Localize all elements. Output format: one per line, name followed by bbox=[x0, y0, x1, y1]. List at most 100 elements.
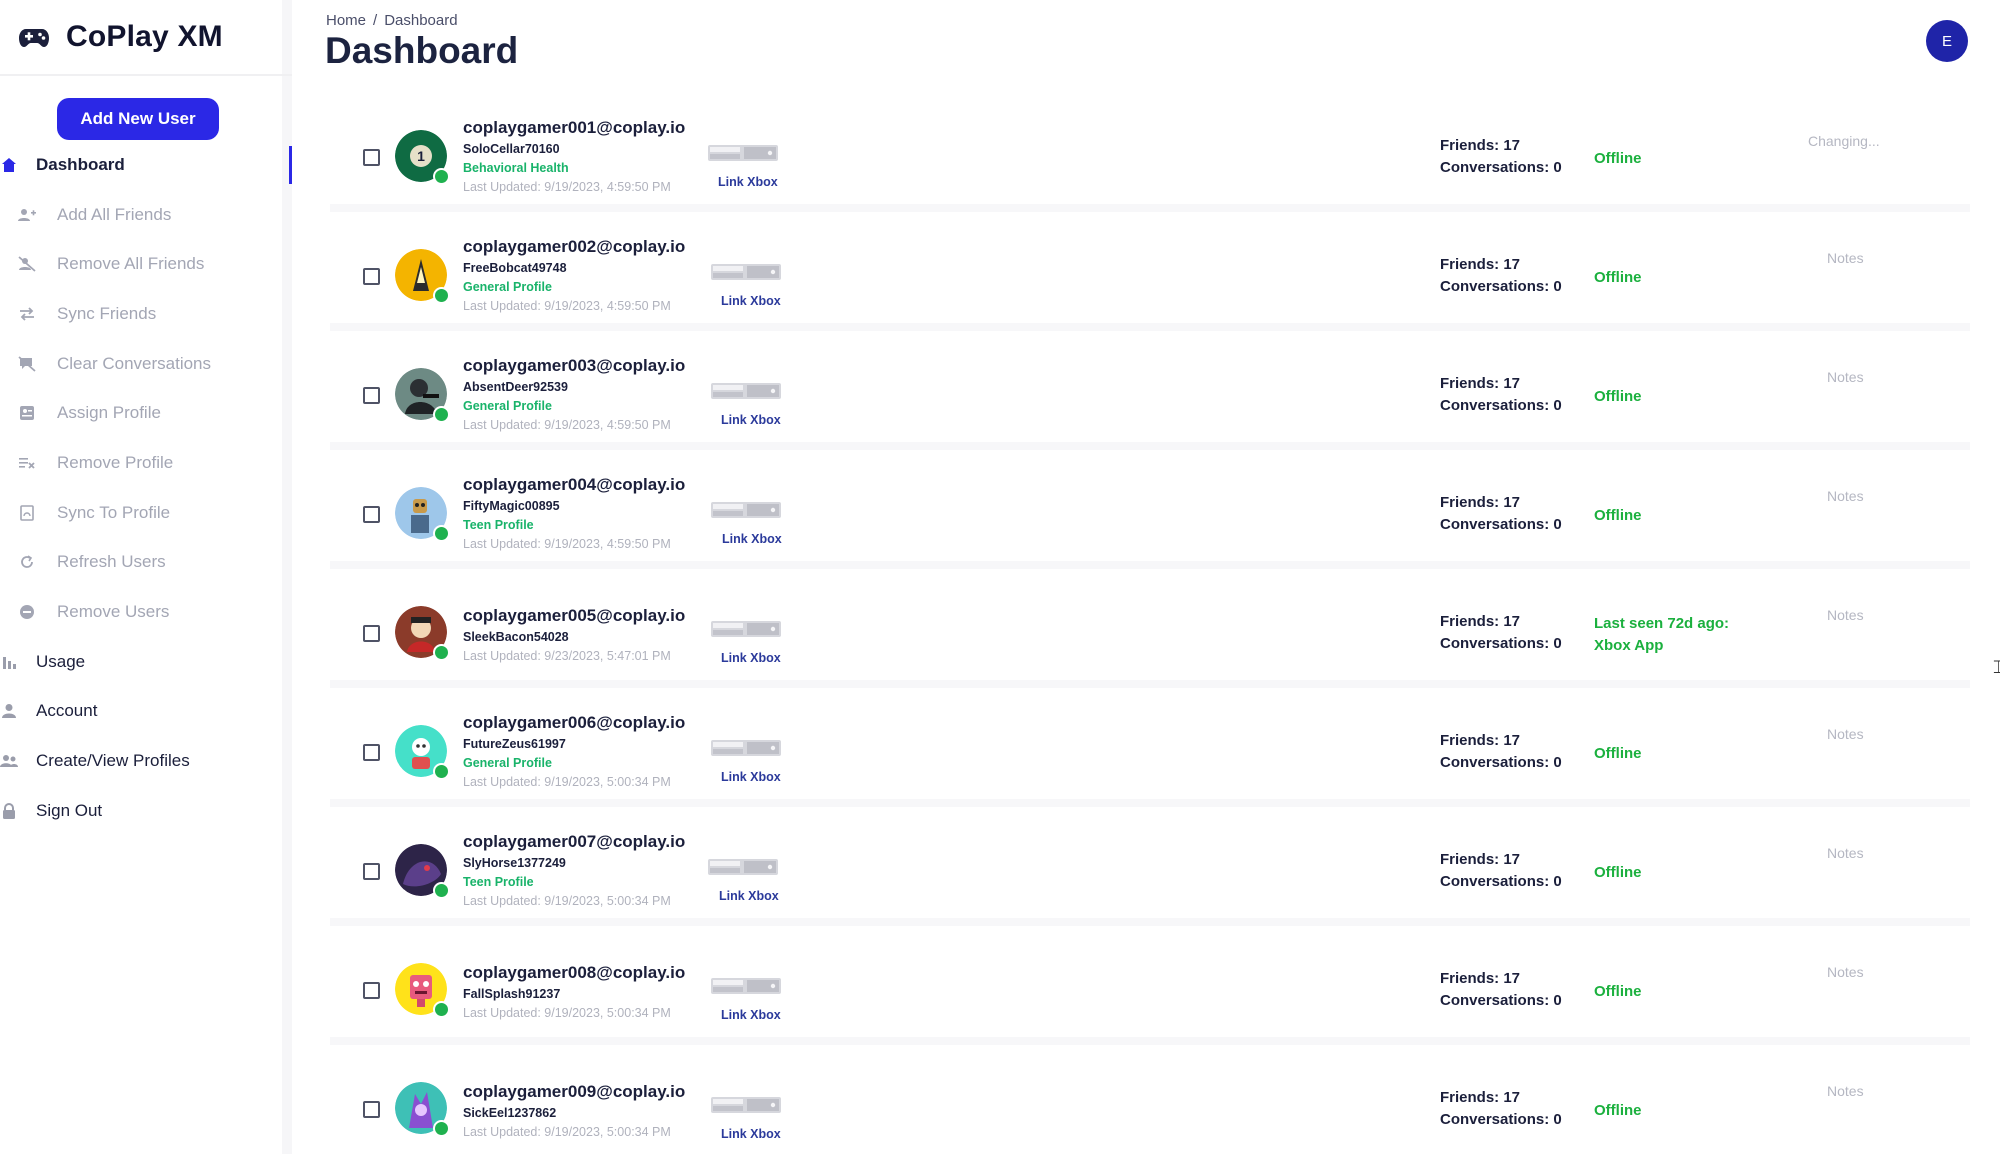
notes-button[interactable]: Notes bbox=[1827, 726, 1864, 742]
link-xbox-link[interactable]: Link Xbox bbox=[719, 889, 779, 903]
row-checkbox[interactable] bbox=[363, 506, 380, 523]
online-status-dot bbox=[433, 525, 450, 542]
minus-circle-icon bbox=[18, 603, 36, 621]
notes-button[interactable]: Notes bbox=[1827, 845, 1864, 861]
link-xbox-link[interactable]: Link Xbox bbox=[721, 294, 781, 308]
sidebar-item-refresh-users[interactable]: Refresh Users bbox=[0, 538, 292, 588]
notes-button[interactable]: Notes bbox=[1827, 369, 1864, 385]
user-email: coplaygamer008@coplay.io bbox=[463, 963, 686, 982]
link-xbox-link[interactable]: Link Xbox bbox=[721, 1127, 781, 1141]
profile-label: Teen Profile bbox=[463, 518, 534, 532]
user-row: coplaygamer009@coplay.io SickEel1237862 La… bbox=[330, 1052, 1970, 1154]
xbox-card-graphic bbox=[711, 738, 781, 758]
sidebar-item-assign-profile[interactable]: Assign Profile bbox=[0, 388, 292, 438]
xbox-card-graphic bbox=[708, 857, 778, 877]
presence-status: Offline bbox=[1594, 267, 1642, 289]
last-updated: Last Updated: 9/19/2023, 5:00:34 PM bbox=[463, 1125, 671, 1139]
add-friends-icon bbox=[18, 206, 36, 224]
sidebar-item-remove-all-friends[interactable]: Remove All Friends bbox=[0, 239, 292, 289]
conversations-count: Conversations: 0 bbox=[1440, 159, 1562, 176]
user-email: coplaygamer005@coplay.io bbox=[463, 606, 686, 625]
row-checkbox[interactable] bbox=[363, 863, 380, 880]
sidebar-item-remove-profile[interactable]: Remove Profile bbox=[0, 438, 292, 488]
profile-label: Teen Profile bbox=[463, 875, 534, 889]
sidebar-item-account[interactable]: Account bbox=[0, 687, 292, 737]
brand[interactable]: CoPlay XM bbox=[0, 0, 292, 76]
add-new-user-button[interactable]: Add New User bbox=[57, 98, 219, 140]
friends-count: Friends: 17 bbox=[1440, 970, 1521, 987]
notes-button[interactable]: Changing... bbox=[1808, 133, 1880, 149]
sidebar-item-add-all-friends[interactable]: Add All Friends bbox=[0, 190, 292, 240]
sidebar-item-sync-to-profile[interactable]: Sync To Profile bbox=[0, 488, 292, 538]
sidebar-item-label: Assign Profile bbox=[57, 403, 161, 423]
sidebar-item-label: Create/View Profiles bbox=[36, 751, 190, 771]
notes-button[interactable]: Notes bbox=[1827, 607, 1864, 623]
link-xbox-link[interactable]: Link Xbox bbox=[718, 175, 778, 189]
notes-button[interactable]: Notes bbox=[1827, 250, 1864, 266]
presence-status: Offline bbox=[1594, 386, 1642, 408]
online-status-dot bbox=[433, 763, 450, 780]
friends-count: Friends: 17 bbox=[1440, 613, 1521, 630]
online-status-dot bbox=[433, 644, 450, 661]
xbox-card-graphic bbox=[711, 500, 781, 520]
user-email: coplaygamer009@coplay.io bbox=[463, 1082, 686, 1101]
sidebar-item-remove-users[interactable]: Remove Users bbox=[0, 587, 292, 637]
remove-friends-icon bbox=[18, 255, 36, 273]
presence-status-line: Offline bbox=[1594, 507, 1642, 524]
last-updated: Last Updated: 9/19/2023, 4:59:50 PM bbox=[463, 180, 671, 194]
profile-label: General Profile bbox=[463, 756, 552, 770]
sync-profile-icon bbox=[18, 504, 36, 522]
sidebar-item-clear-conversations[interactable]: Clear Conversations bbox=[0, 339, 292, 389]
link-xbox-link[interactable]: Link Xbox bbox=[721, 1008, 781, 1022]
conversations-count: Conversations: 0 bbox=[1440, 1111, 1562, 1128]
conversations-count: Conversations: 0 bbox=[1440, 873, 1562, 890]
notes-button[interactable]: Notes bbox=[1827, 1083, 1864, 1099]
profile-label: General Profile bbox=[463, 280, 552, 294]
row-checkbox[interactable] bbox=[363, 268, 380, 285]
profile-label: General Profile bbox=[463, 399, 552, 413]
sync-arrows-icon bbox=[18, 305, 36, 323]
lock-icon bbox=[0, 802, 18, 820]
sidebar-item-usage[interactable]: Usage bbox=[0, 637, 292, 687]
profile-label: Behavioral Health bbox=[463, 161, 569, 175]
row-checkbox[interactable] bbox=[363, 1101, 380, 1118]
friends-count: Friends: 17 bbox=[1440, 375, 1521, 392]
row-checkbox[interactable] bbox=[363, 387, 380, 404]
sidebar-item-sync-friends[interactable]: Sync Friends bbox=[0, 289, 292, 339]
presence-status: Offline bbox=[1594, 148, 1642, 170]
row-checkbox[interactable] bbox=[363, 149, 380, 166]
remove-profile-icon bbox=[18, 454, 36, 472]
link-xbox-link[interactable]: Link Xbox bbox=[721, 651, 781, 665]
conversations-count: Conversations: 0 bbox=[1440, 516, 1562, 533]
xbox-card-graphic bbox=[711, 976, 781, 996]
sidebar-item-dashboard[interactable]: Dashboard bbox=[0, 140, 292, 190]
row-checkbox[interactable] bbox=[363, 744, 380, 761]
xbox-card-graphic bbox=[711, 262, 781, 282]
sidebar-item-label: Remove All Friends bbox=[57, 254, 205, 274]
user-email: coplaygamer007@coplay.io bbox=[463, 832, 686, 851]
row-checkbox[interactable] bbox=[363, 982, 380, 999]
sidebar-item-sign-out[interactable]: Sign Out bbox=[0, 786, 292, 836]
sidebar-item-create-view-profiles[interactable]: Create/View Profiles bbox=[0, 736, 292, 786]
row-checkbox[interactable] bbox=[363, 625, 380, 642]
presence-status-line: Xbox App bbox=[1594, 637, 1664, 654]
conversations-count: Conversations: 0 bbox=[1440, 635, 1562, 652]
xbox-card-graphic bbox=[711, 1095, 781, 1115]
sidebar-item-label: Sign Out bbox=[36, 800, 103, 820]
presence-status: Last seen 72d ago: Xbox App bbox=[1594, 613, 1729, 657]
notes-button[interactable]: Notes bbox=[1827, 964, 1864, 980]
link-xbox-link[interactable]: Link Xbox bbox=[721, 770, 781, 784]
sidebar-item-label: Clear Conversations bbox=[57, 353, 212, 373]
link-xbox-link[interactable]: Link Xbox bbox=[721, 413, 781, 427]
notes-button[interactable]: Notes bbox=[1827, 488, 1864, 504]
friends-count: Friends: 17 bbox=[1440, 494, 1521, 511]
breadcrumb-home[interactable]: Home bbox=[326, 12, 366, 29]
breadcrumb: Home / Dashboard bbox=[326, 12, 458, 29]
user-avatar[interactable]: E bbox=[1926, 20, 1968, 62]
gamertag: FreeBobcat49748 bbox=[463, 261, 567, 275]
breadcrumb-current: Dashboard bbox=[384, 12, 458, 29]
user-row: coplaygamer007@coplay.io SlyHorse1377249 T… bbox=[330, 814, 1970, 926]
user-row: coplaygamer006@coplay.io FutureZeus61997 G… bbox=[330, 695, 1970, 807]
link-xbox-link[interactable]: Link Xbox bbox=[722, 532, 782, 546]
presence-status-line: Offline bbox=[1594, 983, 1642, 1000]
